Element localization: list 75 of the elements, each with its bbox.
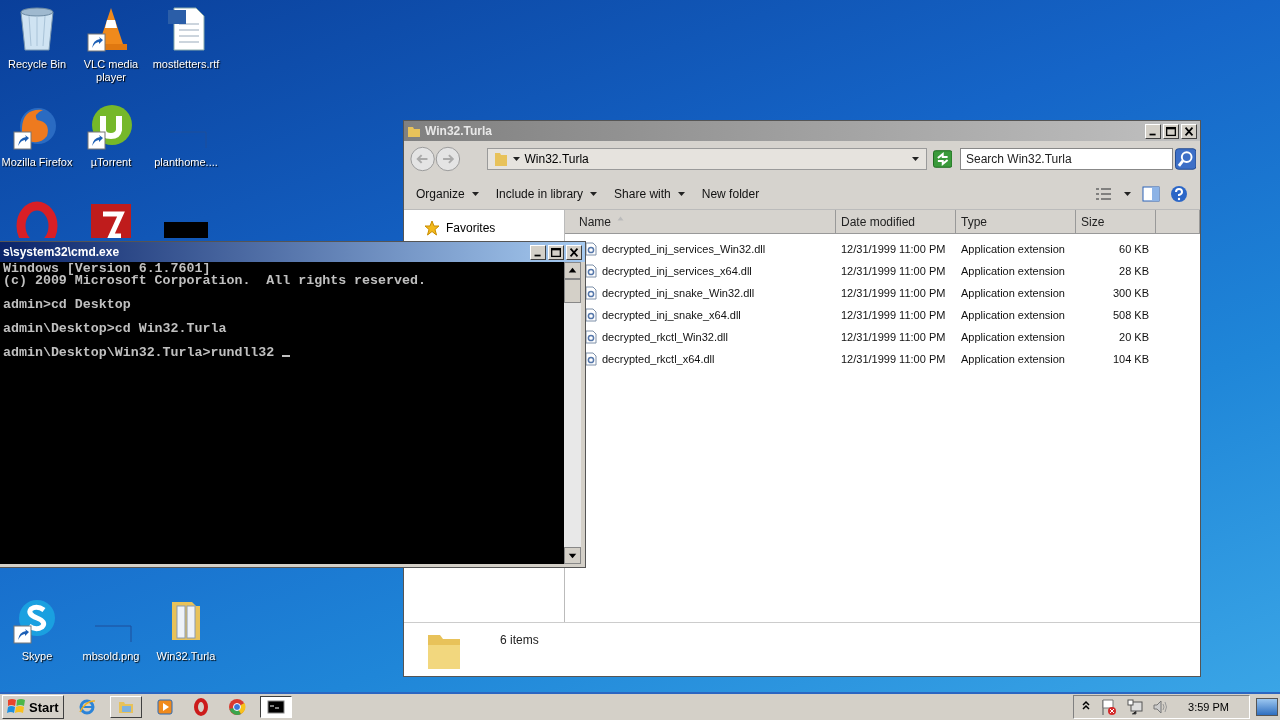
console-text: admin>cd Desktop (3, 297, 131, 312)
file-icon (585, 242, 597, 256)
item-count: 6 items (500, 633, 539, 647)
icon-label[interactable]: planthome.... (149, 156, 223, 169)
scroll-up-button[interactable] (564, 262, 581, 279)
table-cell-text: 300 KB (1111, 287, 1150, 299)
icon-label[interactable]: Recycle Bin (0, 58, 74, 71)
flag-icon (7, 698, 27, 716)
table-cell-text: Application extension (960, 309, 1066, 321)
icon-label[interactable]: Win32.Turla (149, 650, 223, 663)
scroll-down-button[interactable] (564, 547, 581, 564)
file-icon (585, 286, 597, 300)
ring-icon (191, 698, 210, 716)
column-header[interactable]: Type (956, 210, 1076, 234)
start-button[interactable]: Start (2, 695, 64, 719)
icon-label[interactable]: Skype (0, 650, 74, 663)
text-cursor (282, 355, 291, 357)
caret-icon (676, 190, 686, 198)
play-icon (155, 698, 174, 716)
file-icon (585, 264, 597, 278)
browser-icon (227, 698, 246, 716)
folder-icon (493, 151, 508, 167)
network-icon[interactable] (1126, 698, 1145, 716)
console-text: admin\Desktop>cd Win32.Turla (3, 321, 227, 336)
caret-icon (589, 190, 599, 198)
folder-icon (407, 124, 421, 138)
show-desktop-button[interactable] (1256, 698, 1278, 716)
table-cell-text: 12/31/1999 11:00 PM (840, 309, 947, 321)
table-cell-text: 12/31/1999 11:00 PM (840, 243, 947, 255)
console-text: Windows [Version 6.1.7601] (3, 263, 211, 275)
scrollbar-thumb[interactable] (564, 279, 581, 303)
table-cell-text: 104 KB (1111, 353, 1150, 365)
scrollbar-track[interactable] (564, 262, 581, 564)
icon-label[interactable]: VLC media player (74, 58, 148, 84)
clock[interactable]: 3:59 PM (1188, 701, 1229, 713)
icon-label[interactable]: µTorrent (74, 156, 148, 169)
table-cell-text: Application extension (960, 243, 1066, 255)
table-cell-text: Application extension (960, 265, 1066, 277)
torrent-icon[interactable] (87, 102, 135, 150)
column-header[interactable]: Size (1076, 210, 1156, 234)
flag-icon[interactable] (1100, 698, 1119, 716)
console-text: (c) 2009 Microsoft Corporation. All rights reserved. (3, 275, 427, 287)
table-cell-text: 12/31/1999 11:00 PM (840, 331, 947, 343)
close-button[interactable] (566, 244, 582, 260)
star-icon (424, 220, 440, 236)
window-title: Win32.Turla (425, 124, 493, 138)
table-cell-text: 20 KB (1118, 331, 1150, 343)
table-cell-text: 60 KB (1118, 243, 1150, 255)
table-cell-text: 508 KB (1111, 309, 1150, 321)
file-icon (585, 352, 597, 366)
column-header[interactable]: Name (565, 210, 836, 234)
icon-label[interactable]: mbsold.png (74, 650, 148, 663)
file-icon (585, 308, 597, 322)
table-cell-text: 12/31/1999 11:00 PM (840, 353, 947, 365)
console-icon (266, 698, 285, 716)
table-cell-text: Application extension (960, 331, 1066, 343)
console-text: admin\Desktop\Win32.Turla>rundll32 (3, 345, 276, 360)
nav-item[interactable]: Favorites (404, 218, 564, 238)
icon-label[interactable]: Mozilla Firefox (0, 156, 74, 169)
column-header[interactable]: Date modified (836, 210, 956, 234)
table-cell-text: 12/31/1999 11:00 PM (840, 265, 947, 277)
table-cell-text: Application extension (960, 287, 1066, 299)
browser-icon (77, 698, 96, 716)
minimize-button[interactable] (530, 244, 546, 260)
address-text: Win32.Turla (524, 152, 590, 166)
window-title: s\system32\cmd.exe (3, 245, 121, 259)
table-cell-text: 12/31/1999 11:00 PM (840, 287, 947, 299)
table-cell-text: 28 KB (1118, 265, 1150, 277)
table-cell-text: Application extension (960, 353, 1066, 365)
taskbar-button[interactable] (259, 696, 292, 718)
maximize-button[interactable] (548, 244, 564, 260)
sort-arrow-icon (617, 216, 624, 221)
file-icon (585, 330, 597, 344)
icon-label[interactable]: mostletters.rtf (149, 58, 223, 71)
caret-icon (470, 190, 480, 198)
